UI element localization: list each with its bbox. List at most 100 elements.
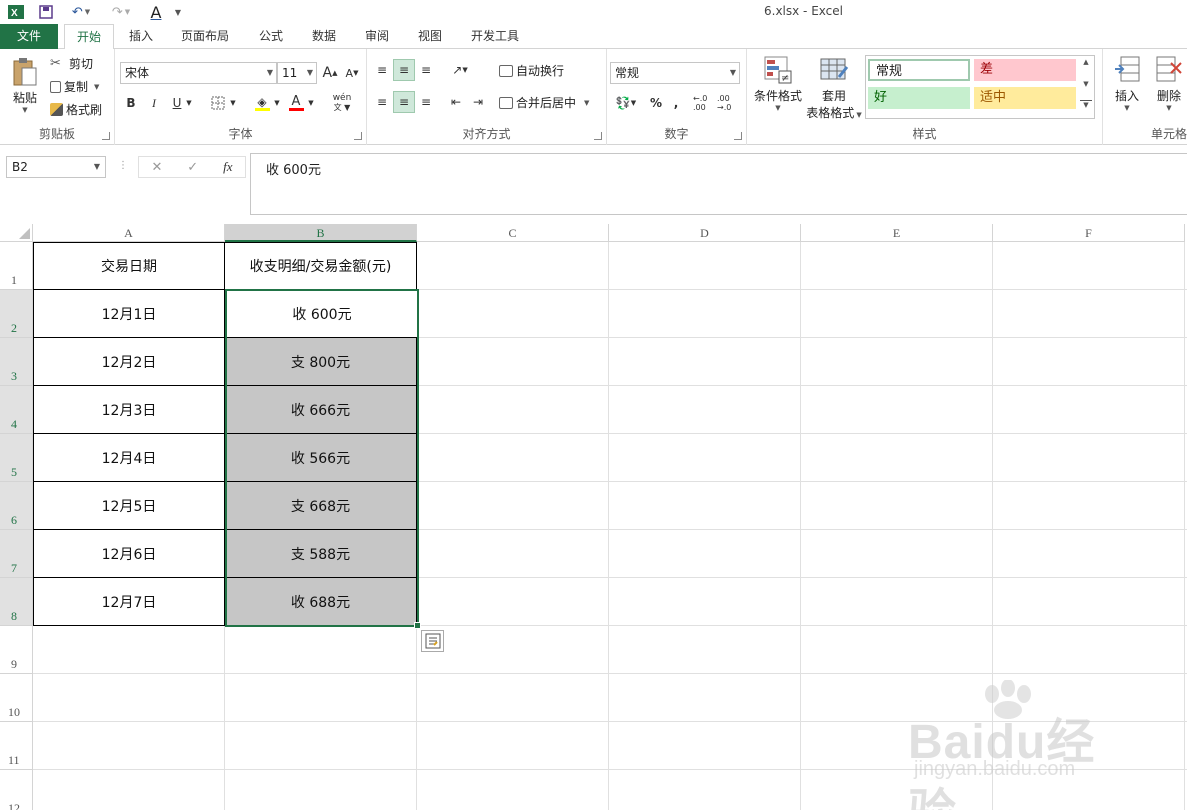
borders-dropdown-icon[interactable]: ▼	[227, 92, 239, 114]
row-header-10[interactable]: 10	[0, 674, 33, 722]
increase-indent-icon[interactable]: ⇥	[467, 91, 489, 113]
cell-a4[interactable]: 12月3日	[33, 386, 225, 434]
clipboard-launcher-icon[interactable]	[102, 132, 110, 140]
tab-developer[interactable]: 开发工具	[459, 24, 531, 49]
cell-a2[interactable]: 12月1日	[33, 290, 225, 338]
tab-formulas[interactable]: 公式	[247, 24, 295, 49]
tab-insert[interactable]: 插入	[117, 24, 165, 49]
borders-icon[interactable]	[207, 92, 229, 114]
decrease-decimal-button[interactable]: .00 →.0	[717, 92, 741, 114]
decrease-indent-icon[interactable]: ⇤	[445, 91, 467, 113]
gallery-more-icon[interactable]: ▼	[1080, 100, 1092, 109]
tab-view[interactable]: 视图	[406, 24, 454, 49]
style-normal[interactable]: 常规	[868, 59, 970, 81]
underline-dropdown-icon[interactable]: ▼	[183, 92, 195, 114]
column-header-b[interactable]: B	[225, 224, 417, 242]
percent-button[interactable]: %	[645, 92, 667, 114]
grow-font-button[interactable]: A ▲	[319, 62, 341, 84]
insert-cells-button[interactable]: 插入 ▼	[1109, 55, 1145, 112]
row-header-7[interactable]: 7	[0, 530, 33, 578]
style-bad[interactable]: 差	[974, 59, 1076, 81]
font-color-button[interactable]: A	[285, 92, 307, 114]
row-header-11[interactable]: 11	[0, 722, 33, 770]
cell-b8[interactable]: 收 688元	[225, 578, 417, 626]
fill-handle[interactable]	[414, 622, 421, 629]
name-box[interactable]: B2 ▼	[6, 156, 106, 178]
fill-color-icon[interactable]: ◈	[251, 92, 273, 114]
number-launcher-icon[interactable]	[734, 132, 742, 140]
enter-icon[interactable]: ✓	[187, 160, 198, 175]
align-bottom-icon[interactable]: ≡	[415, 59, 437, 81]
row-header-9[interactable]: 9	[0, 626, 33, 674]
format-as-table-button[interactable]: 套用 表格格式 ▼	[803, 55, 865, 121]
align-left-icon[interactable]: ≡	[371, 91, 393, 113]
select-all-corner[interactable]	[0, 224, 33, 242]
column-header-e[interactable]: E	[801, 224, 993, 242]
wrap-text-button[interactable]: 自动换行	[499, 62, 564, 79]
tab-file[interactable]: 文件	[0, 24, 58, 49]
cell-a6[interactable]: 12月5日	[33, 482, 225, 530]
alignment-launcher-icon[interactable]	[594, 132, 602, 140]
fill-color-dropdown-icon[interactable]: ▼	[271, 92, 283, 114]
cell-b4[interactable]: 收 666元	[225, 386, 417, 434]
cell-b6[interactable]: 支 668元	[225, 482, 417, 530]
cell-a1[interactable]: 交易日期	[33, 242, 225, 290]
bold-button[interactable]: B	[120, 92, 142, 114]
accounting-format-icon[interactable]: 💱 ▼	[611, 92, 641, 114]
gallery-scroll-up-icon[interactable]: ▲	[1080, 58, 1092, 66]
tab-review[interactable]: 审阅	[353, 24, 401, 49]
formula-bar-grip-icon[interactable]: ⋮	[118, 160, 128, 171]
row-header-8[interactable]: 8	[0, 578, 33, 626]
cell-a7[interactable]: 12月6日	[33, 530, 225, 578]
gallery-scroll-down-icon[interactable]: ▼	[1080, 80, 1092, 88]
copy-button[interactable]: 复制 ▼	[50, 78, 99, 95]
quick-analysis-icon[interactable]	[421, 630, 444, 652]
conditional-formatting-button[interactable]: ≠ 条件格式 ▼	[751, 55, 805, 112]
font-name-select[interactable]: 宋体 ▼	[120, 62, 277, 84]
column-header-f[interactable]: F	[993, 224, 1185, 242]
insert-function-button[interactable]: fx	[223, 159, 232, 175]
cut-button[interactable]: ✂ 剪切	[50, 55, 93, 72]
font-size-select[interactable]: 11 ▼	[277, 62, 317, 84]
row-header-5[interactable]: 5	[0, 434, 33, 482]
tab-page-layout[interactable]: 页面布局	[169, 24, 241, 49]
cell-b3[interactable]: 支 800元	[225, 338, 417, 386]
align-center-icon[interactable]: ≡	[393, 91, 415, 113]
tab-data[interactable]: 数据	[300, 24, 348, 49]
row-header-1[interactable]: 1	[0, 242, 33, 290]
phonetic-button[interactable]: wén 文 ▼	[325, 92, 359, 114]
orientation-icon[interactable]: ↗ ▼	[445, 59, 475, 81]
cell-a3[interactable]: 12月2日	[33, 338, 225, 386]
column-header-d[interactable]: D	[609, 224, 801, 242]
align-middle-icon[interactable]: ≡	[393, 59, 415, 81]
cancel-icon[interactable]: ✕	[151, 160, 162, 175]
font-launcher-icon[interactable]	[354, 132, 362, 140]
formula-input[interactable]: 收 600元	[250, 153, 1187, 215]
comma-button[interactable]: ,	[665, 92, 687, 114]
paste-button[interactable]: 粘贴 ▼	[8, 57, 42, 117]
row-header-6[interactable]: 6	[0, 482, 33, 530]
tab-home[interactable]: 开始	[64, 24, 115, 50]
column-header-c[interactable]: C	[417, 224, 609, 242]
row-header-12[interactable]: 12	[0, 770, 33, 810]
increase-decimal-button[interactable]: ←.0 .00	[693, 92, 717, 114]
align-right-icon[interactable]: ≡	[415, 91, 437, 113]
italic-button[interactable]: I	[143, 92, 165, 114]
style-good[interactable]: 好	[868, 87, 970, 109]
cell-a5[interactable]: 12月4日	[33, 434, 225, 482]
merge-center-button[interactable]: 合并后居中 ▼	[499, 94, 589, 111]
cell-a8[interactable]: 12月7日	[33, 578, 225, 626]
cell-b1[interactable]: 收支明细/交易金额(元)	[225, 242, 417, 290]
align-top-icon[interactable]: ≡	[371, 59, 393, 81]
row-header-3[interactable]: 3	[0, 338, 33, 386]
cell-b7[interactable]: 支 588元	[225, 530, 417, 578]
number-format-select[interactable]: 常规 ▼	[610, 62, 740, 84]
style-neutral[interactable]: 适中	[974, 87, 1076, 109]
delete-cells-button[interactable]: 删除 ▼	[1151, 55, 1187, 112]
shrink-font-button[interactable]: A ▼	[341, 62, 363, 84]
column-header-a[interactable]: A	[33, 224, 225, 242]
row-header-2[interactable]: 2	[0, 290, 33, 338]
format-painter-button[interactable]: 格式刷	[50, 101, 102, 118]
cell-b5[interactable]: 收 566元	[225, 434, 417, 482]
font-color-dropdown-icon[interactable]: ▼	[305, 92, 317, 114]
